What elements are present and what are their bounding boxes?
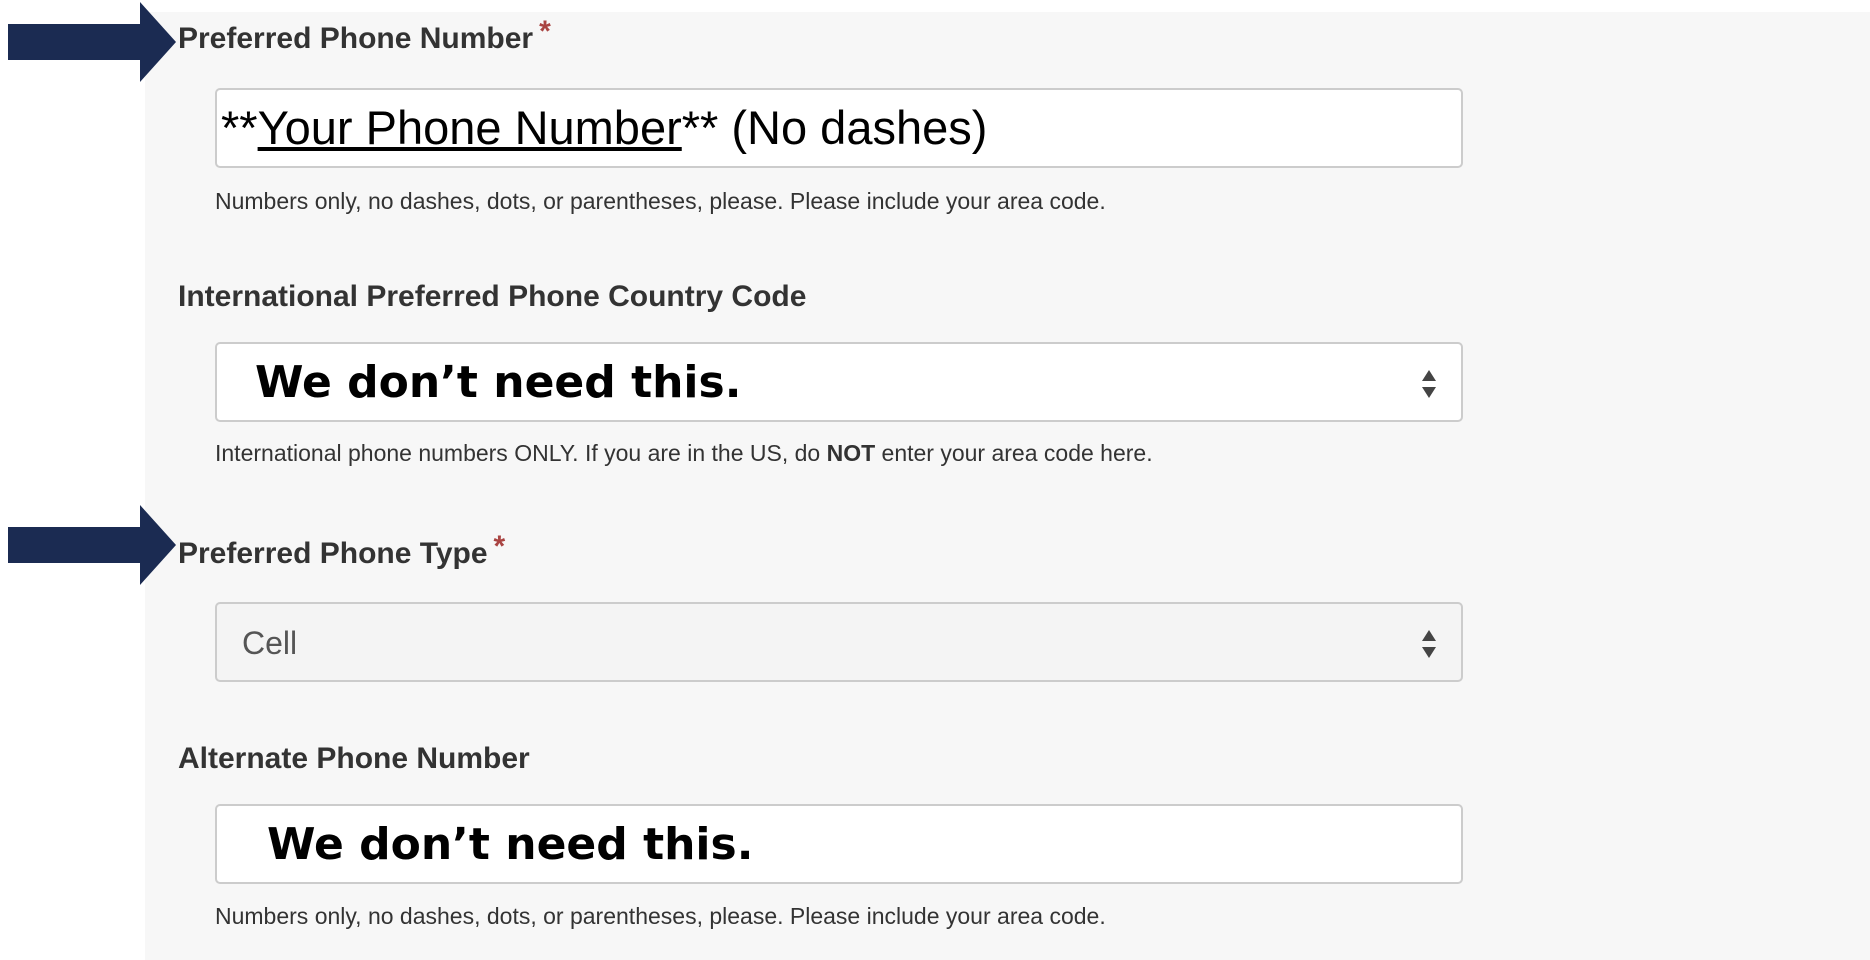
alternate-phone-number-input[interactable]: We don’t need this. <box>215 804 1463 884</box>
preferred-phone-type-value: Cell <box>242 625 298 661</box>
preferred-phone-number-label: Preferred Phone Number * <box>178 15 551 55</box>
required-asterisk: * <box>539 15 551 48</box>
alternate-phone-number-label: Alternate Phone Number <box>178 742 530 775</box>
sort-caret-icon <box>1422 370 1436 398</box>
intl-country-code-label: International Preferred Phone Country Co… <box>178 280 807 313</box>
form-page: Preferred Phone Number * **Your Phone Num… <box>0 0 1870 960</box>
preferred-phone-number-help: Numbers only, no dashes, dots, or parent… <box>215 188 1106 214</box>
intl-country-code-select[interactable]: We don’t need this. <box>215 342 1463 422</box>
preferred-phone-type-label: Preferred Phone Type * <box>178 530 506 570</box>
required-asterisk: * <box>493 530 506 563</box>
right-arrow-icon <box>8 505 176 585</box>
preferred-phone-type-select[interactable]: Cell <box>215 602 1463 682</box>
right-arrow-icon <box>8 2 176 82</box>
alternate-phone-number-value: We don’t need this. <box>267 819 754 870</box>
intl-country-code-help: International phone numbers ONLY. If you… <box>215 440 1153 466</box>
intl-country-code-value: We don’t need this. <box>255 357 742 408</box>
preferred-phone-number-input[interactable]: **Your Phone Number** (No dashes) <box>215 88 1463 168</box>
sort-caret-icon <box>1422 630 1436 658</box>
alternate-phone-number-help: Numbers only, no dashes, dots, or parent… <box>215 903 1106 929</box>
preferred-phone-number-value: **Your Phone Number** (No dashes) <box>221 101 988 154</box>
